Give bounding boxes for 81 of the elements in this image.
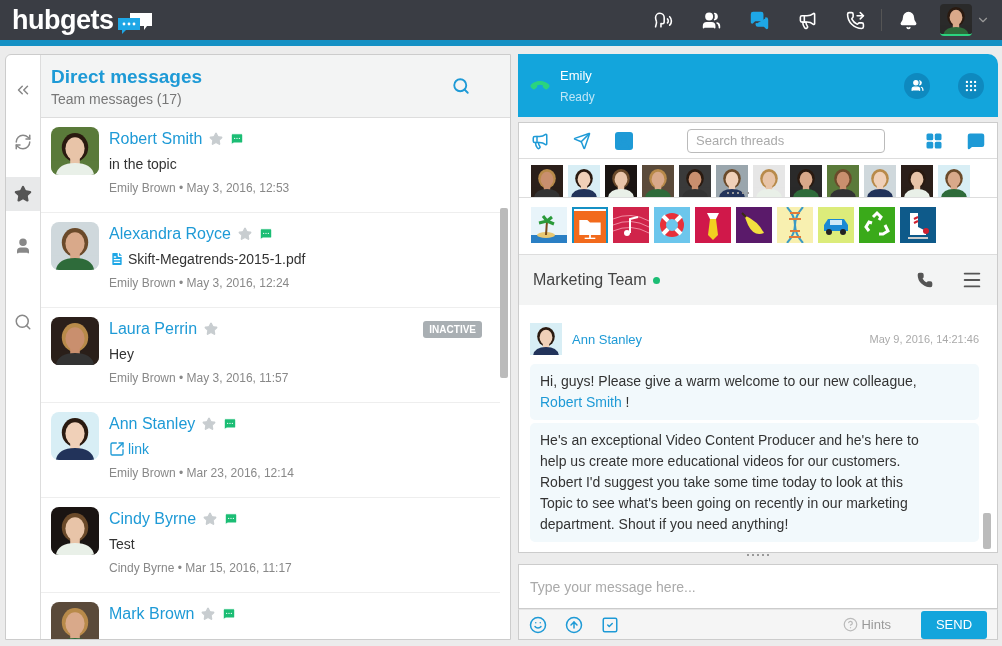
- send-button[interactable]: SEND: [921, 610, 987, 639]
- tie-icon: [695, 207, 731, 243]
- search-icon[interactable]: [452, 77, 470, 95]
- conversation-item[interactable]: Laura Perrin INACTIVE Hey Emily Brown • May 3, 2016, 11:57: [41, 308, 500, 403]
- emoji-icon[interactable]: [529, 615, 547, 634]
- contact-name: Laura Perrin: [109, 320, 198, 338]
- contact-name: Cindy Byrne: [109, 510, 197, 528]
- user-name: Emily: [560, 67, 593, 83]
- refresh-icon: [14, 133, 32, 151]
- message-preview: in the topic: [109, 156, 177, 172]
- star-icon[interactable]: [203, 512, 218, 526]
- chat-title: Marketing Team: [533, 271, 647, 289]
- mention-link[interactable]: Robert Smith: [540, 394, 622, 410]
- scrollbar[interactable]: [500, 208, 508, 378]
- user-avatar[interactable]: [940, 4, 972, 36]
- link[interactable]: link: [128, 441, 149, 457]
- people-icon: [910, 79, 924, 92]
- topic-button[interactable]: [818, 207, 854, 243]
- conversation-item[interactable]: Mark Brown: [41, 593, 500, 639]
- author-name[interactable]: Ann Stanley: [572, 331, 643, 347]
- contacts-button[interactable]: [904, 72, 930, 99]
- message-bubble: He's an exceptional Video Content Producer and he's here to help us create more educational videos for our customers. Robert I'd suggest you take some time today to look at this Topic to see what's been going on recently in our marketing department. Shout if you need anything!: [530, 423, 979, 542]
- logo: hubgets: [12, 4, 114, 36]
- scrollbar[interactable]: [983, 513, 991, 549]
- conversation-item[interactable]: Alexandra Royce Skift-Megatrends-2015-1.pdf Emily Brown • May 3, 2016, 12:24: [41, 213, 500, 308]
- contact-name: Mark Brown: [109, 605, 195, 623]
- conversation-item[interactable]: Robert Smith in the topic Emily Brown • May 3, 2016, 12:53: [41, 118, 500, 213]
- hints-link[interactable]: Hints: [843, 617, 891, 632]
- message-time: May 9, 2016, 14:21:46: [869, 333, 979, 345]
- contact-name: Robert Smith: [109, 130, 203, 148]
- search-field[interactable]: Search threads: [687, 128, 885, 153]
- topic-button[interactable]: [900, 207, 936, 243]
- grid-icon[interactable]: [925, 131, 943, 150]
- message-input[interactable]: Type your message here...: [518, 564, 998, 609]
- car-icon: [818, 207, 854, 243]
- message-preview: Test: [109, 536, 135, 552]
- star-icon[interactable]: [237, 227, 252, 241]
- message-meta: Cindy Byrne • Mar 15, 2016, 11:17: [109, 561, 293, 575]
- message-meta: Emily Brown • Mar 23, 2016, 12:14: [109, 466, 295, 480]
- paper-plane-icon[interactable]: [573, 131, 591, 150]
- dialpad-button[interactable]: [958, 72, 984, 99]
- status-badge: INACTIVE: [423, 320, 482, 338]
- skate-icon: [900, 207, 936, 243]
- island-icon: [531, 207, 567, 243]
- contact-name: Ann Stanley: [109, 415, 196, 433]
- lifebuoy-icon: [654, 207, 690, 243]
- message-preview: Skift-Megatrends-2015-1.pdf: [128, 251, 306, 267]
- message-preview: Hey: [109, 346, 134, 362]
- recycle-icon: [859, 207, 895, 243]
- chat-icon[interactable]: [967, 131, 985, 150]
- conversation-item[interactable]: Ann Stanley link Emily Brown • Mar 23, 2016, 12:14: [41, 403, 500, 498]
- search-icon: [14, 313, 32, 331]
- message-meta: Emily Brown • May 3, 2016, 12:53: [109, 181, 291, 195]
- link-icon: [109, 441, 125, 457]
- music-note-icon: [613, 207, 649, 243]
- dialpad-icon: [964, 78, 978, 93]
- dna-icon: [777, 207, 813, 243]
- document-icon: [109, 251, 125, 267]
- contact-name: Alexandra Royce: [109, 225, 231, 243]
- message-bubble: Hi, guys! Please give a warm welcome to our new colleague, Robert Smith !: [530, 364, 979, 420]
- folder-icon: [574, 209, 606, 245]
- list-subtitle: Team messages (17): [51, 90, 183, 107]
- conversation-item[interactable]: Cindy Byrne Test Cindy Byrne • Mar 15, 2016, 11:17: [41, 498, 500, 593]
- list-title: Direct messages: [51, 65, 203, 88]
- star-icon[interactable]: [204, 322, 219, 336]
- star-icon[interactable]: [209, 132, 224, 146]
- phone-icon[interactable]: [917, 272, 933, 288]
- topic-button[interactable]: [736, 207, 772, 243]
- user-status: Ready: [560, 89, 595, 104]
- message-meta: Emily Brown • May 3, 2016, 11:57: [109, 371, 290, 385]
- person-icon: [14, 237, 32, 255]
- star-icon: [14, 185, 32, 203]
- star-icon[interactable]: [201, 607, 216, 621]
- star-icon[interactable]: [202, 417, 217, 431]
- help-icon: [843, 617, 859, 632]
- star-button[interactable]: [6, 177, 40, 211]
- checkbox-icon[interactable]: [601, 615, 619, 634]
- upload-icon[interactable]: [565, 615, 583, 634]
- banana-icon: [736, 207, 772, 243]
- message-meta: Emily Brown • May 3, 2016, 12:24: [109, 276, 291, 290]
- chat-bubbles-icon: [115, 11, 154, 35]
